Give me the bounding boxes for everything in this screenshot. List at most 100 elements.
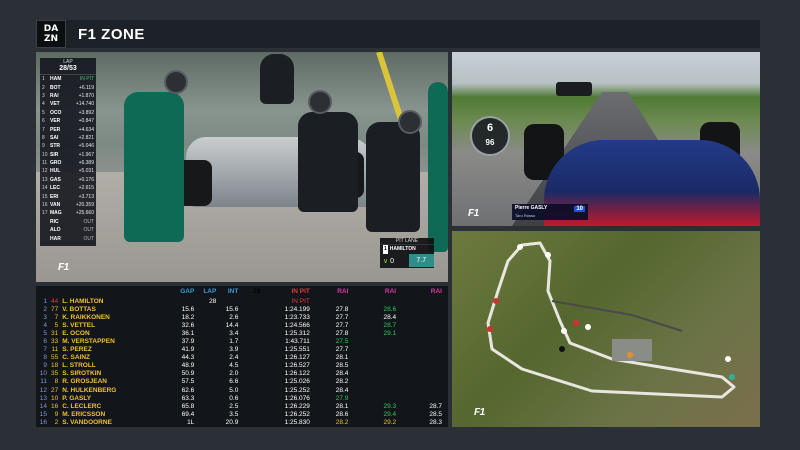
row-position: 3: [43, 313, 48, 321]
tower-row: 3 RAI +1.870: [40, 92, 96, 100]
row-interval: 3.5: [229, 410, 239, 418]
row-last-lap: 1:26.252: [284, 410, 310, 418]
row-car-number: 44: [50, 297, 59, 305]
row-position: 10: [39, 370, 48, 378]
tower-gap: +14.740: [75, 101, 94, 108]
row-interval: 2.5: [229, 402, 239, 410]
car-marker: [493, 298, 499, 304]
row-sector-1: 27.8: [335, 329, 349, 337]
row-last-lap: 1:26.527: [284, 362, 310, 370]
car-marker: [545, 252, 551, 258]
row-position: 5: [43, 329, 48, 337]
table-row: 9 18 L. STROLL 48.9 4.5 1:26.527 28.5: [36, 362, 448, 370]
row-driver-name: M. ERICSSON: [62, 410, 106, 418]
tower-driver-code: PER: [50, 126, 61, 133]
onboard-camera-feed[interactable]: 6 96 Pierre GASLY Toro Rosso 10 F1: [452, 52, 760, 226]
col-status: IN PIT: [291, 288, 310, 295]
row-last-lap: 1:26.122: [284, 370, 310, 378]
row-interval: 2.4: [229, 354, 239, 362]
pit-stop-feed[interactable]: LAP 28/53 1 HAM IN PIT 2 BOT +6.119 3 RAI +1.870…: [36, 52, 448, 282]
tower-position: 16: [42, 202, 48, 209]
tower-row: 10 SIR +1.967: [40, 151, 96, 159]
row-driver-name: C. LECLERC: [62, 402, 102, 410]
tower-row: 8 SAI +2.821: [40, 134, 96, 142]
tower-row: HAR OUT: [40, 234, 96, 242]
row-interval: 5.0: [229, 386, 239, 394]
row-sector-1: 27.7: [335, 321, 349, 329]
tower-driver-code: HAM: [50, 76, 62, 83]
driver-number: 10: [574, 206, 585, 212]
row-interval: 4.5: [229, 362, 239, 370]
track-map-feed[interactable]: F1: [452, 231, 760, 427]
table-row: 11 8 R. GROSJEAN 57.5 6.6 1:25.026 28.2: [36, 378, 448, 386]
mechanic-helmet: [164, 70, 188, 94]
row-last-lap: 1:25.551: [284, 346, 310, 354]
pit-lane-driver-name: HAMILTON: [389, 246, 416, 252]
tower-position: 2: [42, 84, 45, 91]
top-bar: DA ZN F1 ZONE: [36, 20, 760, 48]
tower-position: 8: [42, 134, 45, 141]
car-marker: [627, 352, 633, 358]
row-last-lap: 1:26.229: [284, 402, 310, 410]
table-row: 15 9 M. ERICSSON 69.4 3.5 1:26.252 28.6 29.4 28.…: [36, 410, 448, 418]
tower-position: 1: [42, 76, 45, 83]
row-position: 2: [43, 305, 48, 313]
pit-lane-stats: ∨ 0 7.7: [380, 254, 434, 267]
logo-bottom-text: ZN: [43, 34, 59, 44]
timing-tower: LAP 28/53 1 HAM IN PIT 2 BOT +6.119 3 RAI +1.870…: [40, 58, 96, 246]
speed-value: 96: [485, 138, 495, 147]
tower-position: 6: [42, 118, 45, 125]
timing-table: GAP LAP INT 28 IN PIT RAI RAI RAI 1 44 L. …: [36, 286, 448, 427]
table-row: 7 11 S. PEREZ 41.9 3.9 1:25.551 27.7: [36, 346, 448, 354]
table-row: 8 55 C. SAINZ 44.3 2.4 1:26.127 28.1: [36, 354, 448, 362]
tower-gap: +0.847: [78, 118, 94, 125]
row-position: 9: [43, 362, 48, 370]
table-row: 6 33 M. VERSTAPPEN 37.9 1.7 1:43.711 27.5: [36, 337, 448, 345]
pit-lane-box: PIT LANE 1 HAMILTON ∨ 0 7.7: [380, 238, 434, 268]
table-row: 14 16 C. LECLERC 65.8 2.5 1:26.229 28.1 29.3 28.…: [36, 402, 448, 410]
tower-driver-code: LEC: [50, 185, 60, 192]
row-sector-1: 27.9: [335, 394, 349, 402]
track-outline: [486, 241, 736, 399]
row-last-lap: 1:43.711: [285, 338, 310, 346]
row-interval: 15.6: [225, 305, 239, 313]
mechanic-helmet: [308, 90, 332, 114]
dazn-logo[interactable]: DA ZN: [36, 20, 66, 48]
tower-position: 15: [42, 193, 48, 200]
row-last-lap: 1:26.076: [284, 394, 310, 402]
row-interval: 3.4: [229, 329, 239, 337]
row-driver-name: R. GROSJEAN: [62, 378, 107, 386]
team-name: Toro Rosso: [515, 213, 536, 218]
tower-row: 15 ERI +3.713: [40, 192, 96, 200]
row-last-lap: 1:25.312: [284, 329, 310, 337]
col-sector-3: RAI: [430, 288, 442, 295]
tower-driver-code: STR: [50, 143, 60, 150]
row-sector-1: 28.2: [335, 418, 349, 426]
tower-gap: +2.615: [78, 185, 94, 192]
tower-row: 11 GRO +6.389: [40, 159, 96, 167]
row-gap: 41.9: [181, 346, 195, 354]
tower-position: 10: [42, 151, 48, 158]
tower-gap: +6.389: [78, 160, 94, 167]
row-driver-name: K. RAIKKONEN: [62, 313, 110, 321]
row-car-number: 7: [54, 313, 59, 321]
row-position: 6: [43, 338, 48, 346]
row-sector-3: 28.5: [429, 410, 442, 418]
row-gap: 44.3: [181, 354, 195, 362]
row-sector-1: 28.1: [335, 402, 349, 410]
row-driver-name: E. OCON: [62, 329, 90, 337]
gear-value: 6: [486, 122, 494, 134]
row-car-number: 8: [54, 378, 59, 386]
row-interval: 0.6: [229, 394, 239, 402]
row-position: 8: [43, 354, 48, 362]
car-ahead: [556, 82, 592, 96]
row-sector-1: 28.2: [335, 378, 349, 386]
tower-gap: +1.967: [78, 151, 94, 158]
row-lap: 28: [209, 297, 217, 305]
row-sector-1: 28.6: [335, 410, 349, 418]
row-last-lap: 1:26.127: [284, 354, 310, 362]
row-interval: 6.6: [229, 378, 239, 386]
monza-track-map: [486, 241, 736, 399]
tower-position: 4: [42, 101, 45, 108]
row-gap: 57.5: [181, 378, 195, 386]
